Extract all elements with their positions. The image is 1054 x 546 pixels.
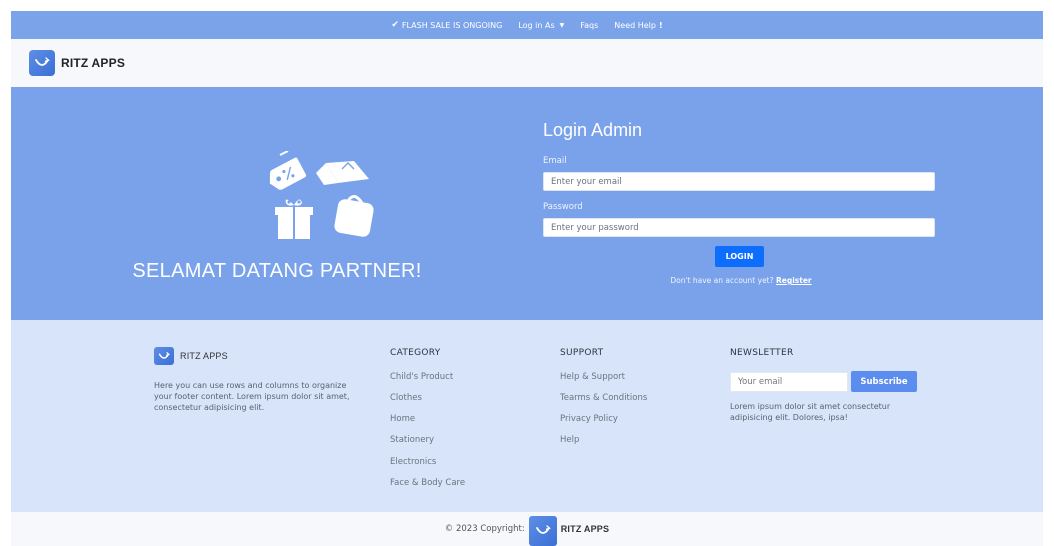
footer: RITZ APPS Here you can use rows and colu… [11, 320, 1043, 512]
login-button[interactable]: LOGIN [715, 246, 764, 267]
category-link[interactable]: Child's Product [390, 372, 453, 382]
exclamation-mark: ! [658, 20, 663, 30]
category-heading: CATEGORY [390, 348, 441, 358]
support-link[interactable]: Help [560, 435, 579, 445]
check-icon: ✔ [391, 20, 399, 30]
footer-brand[interactable]: RITZ APPS [154, 347, 228, 365]
password-label: Password [543, 202, 583, 212]
footer-brand-name: RITZ APPS [180, 351, 228, 361]
shopping-bag-icon [29, 50, 55, 76]
shopping-illustration-icon [269, 151, 374, 239]
flash-sale-notice[interactable]: ✔ FLASH SALE IS ONGOING [391, 20, 502, 30]
signup-prompt: Don't have an account yet? Register [543, 276, 939, 285]
newsletter-email-input[interactable]: Your email [730, 372, 848, 392]
caret-down-icon: ▼ [559, 21, 565, 29]
signup-text: Don't have an account yet? [670, 276, 774, 285]
flash-sale-label: FLASH SALE IS ONGOING [401, 20, 503, 30]
brand-logo[interactable]: RITZ APPS [29, 50, 125, 76]
newsletter-heading: NEWSLETTER [730, 348, 794, 358]
navbar: RITZ APPS [11, 39, 1043, 87]
login-as-label: Log in As [518, 20, 555, 30]
support-link[interactable]: Tearms & Conditions [560, 393, 647, 403]
email-label: Email [543, 156, 567, 166]
shopping-bag-icon [528, 516, 557, 546]
category-link[interactable]: Home [390, 414, 415, 424]
category-link[interactable]: Face & Body Care [390, 478, 465, 488]
welcome-panel: SELAMAT DATANG PARTNER! [11, 87, 543, 320]
login-form: Login Admin Email Enter your email Passw… [543, 87, 943, 320]
faqs-label: Faqs [580, 20, 599, 30]
footer-description: Here you can use rows and columns to org… [154, 381, 350, 412]
password-input[interactable]: Enter your password [543, 218, 935, 237]
category-link[interactable]: Electronics [390, 457, 436, 467]
login-as-dropdown[interactable]: Log in As ▼ [518, 21, 564, 30]
shopping-bag-icon [154, 347, 174, 365]
support-heading: SUPPORT [560, 348, 604, 358]
newsletter-description: Lorem ipsum dolor sit amet consectetur a… [730, 402, 891, 422]
faqs-link[interactable]: Faqs [580, 21, 598, 30]
support-link[interactable]: Help & Support [560, 372, 625, 382]
copyright-bar: © 2023 Copyright: RITZ APPS [11, 512, 1043, 546]
welcome-heading: SELAMAT DATANG PARTNER! [132, 260, 422, 282]
announcement-bar: ✔ FLASH SALE IS ONGOING Log in As ▼ Faqs… [11, 11, 1043, 39]
need-help-label: Need Help [614, 20, 656, 30]
category-link[interactable]: Stationery [390, 435, 434, 445]
copyright-text: © 2023 Copyright: [444, 524, 525, 534]
category-link[interactable]: Clothes [390, 393, 422, 403]
register-link[interactable]: Register [776, 276, 812, 285]
email-input[interactable]: Enter your email [543, 172, 935, 191]
need-help-link[interactable]: Need Help! [614, 21, 662, 30]
login-title: Login Admin [543, 120, 643, 140]
brand-name: RITZ APPS [61, 56, 126, 70]
hero-section: SELAMAT DATANG PARTNER! Login Admin Emai… [11, 87, 1043, 320]
subscribe-button[interactable]: Subscribe [851, 371, 917, 392]
support-link[interactable]: Privacy Policy [560, 414, 618, 424]
copyright-brand[interactable]: RITZ APPS [561, 524, 609, 534]
